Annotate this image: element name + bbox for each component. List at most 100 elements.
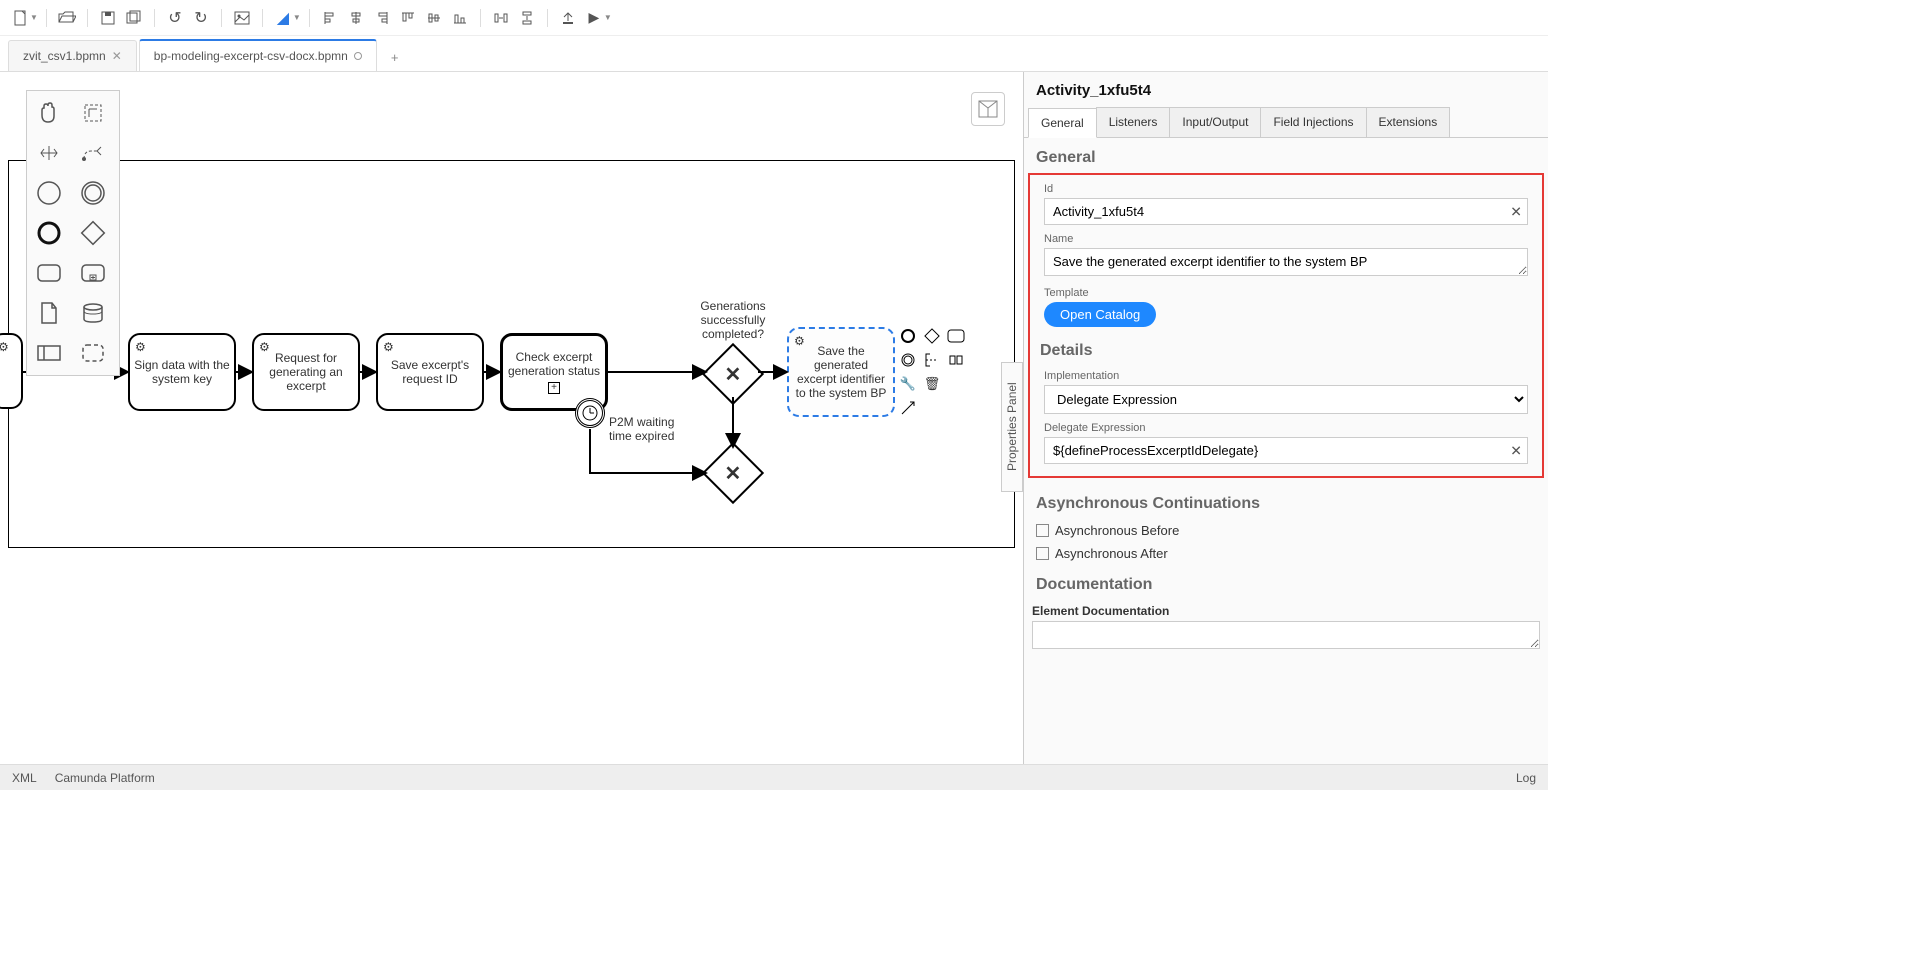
element-doc-label: Element Documentation (1032, 604, 1540, 618)
gateway-tool[interactable] (77, 217, 109, 249)
data-store-tool[interactable] (77, 297, 109, 329)
properties-panel: Activity_1xfu5t4 General Listeners Input… (1023, 72, 1548, 764)
subprocess-tool[interactable] (77, 257, 109, 289)
global-connect-tool[interactable] (77, 137, 109, 169)
tab-bp-modeling[interactable]: bp-modeling-excerpt-csv-docx.bpmn (139, 39, 377, 71)
gear-icon: ⚙ (135, 340, 146, 354)
redo-button[interactable]: ↻ (189, 6, 213, 30)
file-tabs: zvit_csv1.bpmn ✕ bp-modeling-excerpt-csv… (0, 36, 1548, 72)
run-button[interactable]: ▶ (582, 6, 606, 30)
tab-general[interactable]: General (1028, 108, 1097, 138)
async-after-checkbox[interactable]: Asynchronous After (1024, 542, 1548, 565)
task-save-request-id[interactable]: ⚙ Save excerpt's request ID (376, 333, 484, 411)
checkbox-icon[interactable] (1036, 547, 1049, 560)
new-file-button[interactable] (8, 6, 32, 30)
undo-button[interactable]: ↺ (163, 6, 187, 30)
clear-icon[interactable]: ✕ (1510, 203, 1522, 220)
align-middle-button[interactable] (422, 6, 446, 30)
section-documentation: Documentation (1024, 565, 1548, 600)
tab-input-output[interactable]: Input/Output (1169, 107, 1261, 137)
timer-boundary-event[interactable] (575, 398, 605, 428)
gear-icon: ⚙ (0, 340, 9, 354)
open-button[interactable] (55, 6, 79, 30)
tab-zvit[interactable]: zvit_csv1.bpmn ✕ (8, 40, 137, 71)
tab-extensions[interactable]: Extensions (1366, 107, 1451, 137)
open-catalog-button[interactable]: Open Catalog (1044, 302, 1156, 327)
distribute-v-button[interactable] (515, 6, 539, 30)
run-chevron-icon[interactable]: ▼ (604, 13, 612, 22)
task-label: Save excerpt's request ID (382, 358, 478, 386)
highlighted-section: Id ✕ Name Save the generated excerpt ide… (1028, 173, 1544, 478)
connect-icon[interactable] (899, 399, 917, 417)
task-label: Check excerpt generation status (507, 350, 601, 378)
log-tab[interactable]: Log (1516, 771, 1536, 785)
name-input[interactable]: Save the generated excerpt identifier to… (1044, 248, 1528, 276)
task-request-generate[interactable]: ⚙ Request for generating an excerpt (252, 333, 360, 411)
delegate-expression-input[interactable] (1044, 437, 1528, 464)
task-label: Request for generating an excerpt (258, 351, 354, 393)
delete-icon[interactable]: 🗑 (923, 375, 941, 393)
gear-icon: ⚙ (794, 334, 805, 348)
distribute-h-button[interactable] (489, 6, 513, 30)
intermediate-event-tool[interactable] (77, 177, 109, 209)
implementation-select[interactable]: Delegate Expression (1044, 385, 1528, 414)
minimap-toggle[interactable] (971, 92, 1005, 126)
append-end-event[interactable] (899, 327, 917, 345)
append-intermediate[interactable] (899, 351, 917, 369)
clear-icon[interactable]: ✕ (1510, 442, 1522, 459)
gateway-merge[interactable]: ✕ (702, 442, 764, 504)
save-button[interactable] (96, 6, 120, 30)
new-file-chevron-icon[interactable]: ▼ (30, 13, 38, 22)
group-tool[interactable] (77, 337, 109, 369)
tab-listeners[interactable]: Listeners (1096, 107, 1171, 137)
name-label: Name (1044, 233, 1528, 245)
marker-button[interactable]: ◢ (271, 6, 295, 30)
hand-tool[interactable] (33, 97, 65, 129)
participant-tool[interactable] (33, 337, 65, 369)
align-bottom-button[interactable] (448, 6, 472, 30)
start-event-tool[interactable] (33, 177, 65, 209)
annotation-icon[interactable] (923, 351, 941, 369)
timer-label: P2M waiting time expired (609, 415, 697, 443)
tab-label: bp-modeling-excerpt-csv-docx.bpmn (154, 49, 348, 63)
task-label: Sign data with the system key (134, 358, 230, 386)
async-before-checkbox[interactable]: Asynchronous Before (1024, 519, 1548, 542)
id-input[interactable] (1044, 198, 1528, 225)
align-left-button[interactable] (318, 6, 342, 30)
diagram-canvas[interactable]: Properties Panel ⚙ ⚙ Sign data with the … (0, 72, 1023, 764)
modified-indicator-icon (354, 52, 362, 60)
task-tool[interactable] (33, 257, 65, 289)
marker-chevron-icon[interactable]: ▼ (293, 13, 301, 22)
data-object-tool[interactable] (33, 297, 65, 329)
panel-tabs: General Listeners Input/Output Field Inj… (1024, 107, 1548, 138)
close-icon[interactable]: ✕ (112, 49, 122, 63)
image-button[interactable] (230, 6, 254, 30)
platform-tab[interactable]: Camunda Platform (55, 771, 155, 785)
save-all-button[interactable] (122, 6, 146, 30)
checkbox-icon[interactable] (1036, 524, 1049, 537)
space-tool[interactable] (33, 137, 65, 169)
deploy-button[interactable] (556, 6, 580, 30)
lasso-tool[interactable] (77, 97, 109, 129)
append-task[interactable] (947, 327, 965, 345)
task-partial[interactable]: ⚙ (0, 333, 23, 409)
tab-label: zvit_csv1.bpmn (23, 49, 106, 63)
append-gateway[interactable] (923, 327, 941, 345)
task-sign-data[interactable]: ⚙ Sign data with the system key (128, 333, 236, 411)
checkbox-label: Asynchronous After (1055, 546, 1168, 561)
wrench-icon[interactable]: 🔧 (899, 375, 917, 393)
task-save-excerpt-id[interactable]: ⚙ Save the generated excerpt identifier … (787, 327, 895, 417)
change-type-icon[interactable] (947, 351, 965, 369)
xml-tab[interactable]: XML (12, 771, 37, 785)
properties-panel-toggle[interactable]: Properties Panel (1001, 362, 1023, 492)
gateway-generation-complete[interactable]: ✕ (702, 343, 764, 405)
tab-field-injections[interactable]: Field Injections (1260, 107, 1366, 137)
align-top-button[interactable] (396, 6, 420, 30)
add-tab-button[interactable]: + (379, 44, 411, 71)
implementation-label: Implementation (1044, 370, 1528, 382)
align-center-button[interactable] (344, 6, 368, 30)
expand-icon[interactable]: + (548, 382, 560, 394)
element-doc-input[interactable] (1032, 621, 1540, 649)
end-event-tool[interactable] (33, 217, 65, 249)
align-right-button[interactable] (370, 6, 394, 30)
